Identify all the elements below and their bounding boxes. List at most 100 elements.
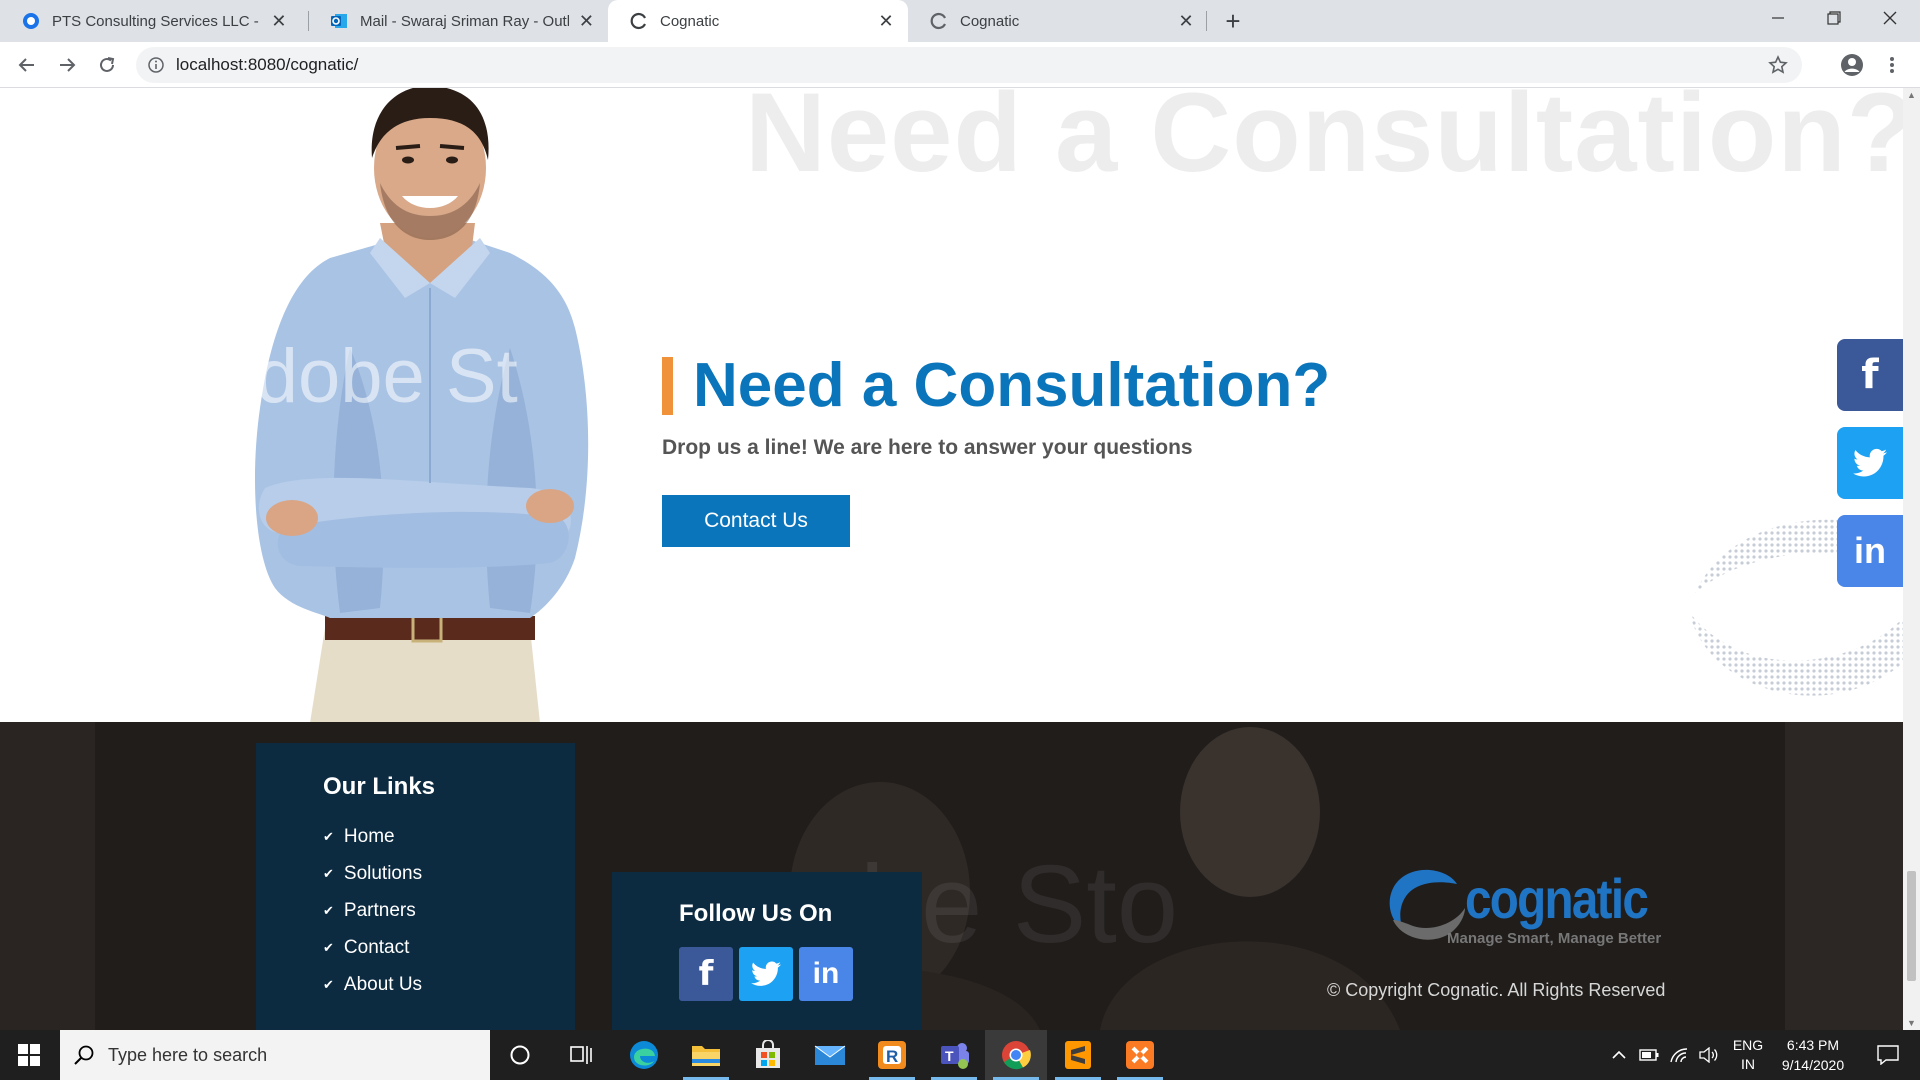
tab-close-icon[interactable]: ✕ — [1176, 11, 1196, 31]
clock-time: 6:43 PM — [1786, 1037, 1840, 1053]
r-app-icon: R — [878, 1041, 906, 1069]
profile-avatar-icon[interactable] — [1836, 49, 1868, 81]
cognatic-brand-logo: cognatic Manage Smart, Manage Better — [1385, 862, 1665, 952]
footer-link-home[interactable]: ✔ Home — [323, 826, 395, 848]
taskbar-search-box[interactable]: Type here to search — [60, 1030, 490, 1080]
check-icon: ✔ — [323, 866, 334, 881]
clock-date: 9/14/2020 — [1781, 1057, 1845, 1073]
menu-kebab-icon[interactable] — [1876, 49, 1908, 81]
taskbar-store[interactable] — [737, 1030, 799, 1080]
follow-us-box: Follow Us On f in — [612, 872, 922, 1030]
taskbar-edge[interactable] — [613, 1030, 675, 1080]
footer-link-label[interactable]: Contact — [344, 937, 409, 959]
footer-twitter-button[interactable] — [739, 947, 793, 1001]
linkedin-float-button[interactable]: in — [1837, 515, 1903, 587]
tab-title: Mail - Swaraj Sriman Ray - Outlo — [360, 12, 569, 30]
follow-us-title: Follow Us On — [679, 900, 833, 927]
chevron-up-icon — [1612, 1050, 1626, 1059]
brand-tagline: Manage Smart, Manage Better — [1447, 930, 1662, 947]
tab-cognatic[interactable]: Cognatic ✕ — [908, 0, 1208, 42]
task-view-button[interactable] — [551, 1030, 613, 1080]
close-window-button[interactable] — [1862, 0, 1918, 36]
network-status[interactable] — [1664, 1030, 1694, 1080]
cta-heading-text: Need a Consultation? — [693, 351, 1331, 420]
edge-icon — [630, 1041, 658, 1069]
footer-links-title: Our Links — [323, 773, 436, 800]
folder-icon — [692, 1046, 720, 1066]
contact-us-button[interactable]: Contact Us — [662, 495, 850, 547]
battery-icon — [1639, 1049, 1659, 1061]
wifi-icon — [1670, 1048, 1688, 1063]
taskbar-chrome[interactable] — [985, 1030, 1047, 1080]
new-tab-button[interactable]: + — [1218, 6, 1248, 36]
notification-icon — [1877, 1045, 1899, 1065]
bookmark-star-icon[interactable] — [1768, 55, 1788, 80]
check-icon: ✔ — [323, 829, 334, 844]
windows-taskbar: Type here to search R T ENG IN 6:43 PM 9… — [0, 1030, 1920, 1080]
tab-close-icon[interactable]: ✕ — [270, 11, 288, 31]
footer-link-partners[interactable]: ✔ Partners — [323, 900, 416, 922]
twitter-float-button[interactable] — [1837, 427, 1903, 499]
reload-button[interactable] — [91, 49, 123, 81]
cortana-button[interactable] — [489, 1030, 551, 1080]
scroll-up-arrow-icon[interactable]: ▲ — [1903, 88, 1920, 102]
taskbar-mail[interactable] — [799, 1030, 861, 1080]
cortana-circle-icon — [510, 1045, 530, 1065]
input-language[interactable]: ENG IN — [1725, 1030, 1771, 1080]
action-center-button[interactable] — [1862, 1030, 1914, 1080]
facebook-icon: f — [1861, 352, 1879, 398]
chrome-icon — [1002, 1041, 1031, 1070]
svg-text:R: R — [886, 1047, 898, 1066]
start-button[interactable] — [0, 1030, 58, 1080]
scrollbar-thumb[interactable] — [1907, 871, 1916, 981]
show-hidden-icons-button[interactable] — [1604, 1030, 1634, 1080]
tab-pts-consulting[interactable]: PTS Consulting Services LLC - Sig ✕ — [0, 0, 300, 42]
battery-status[interactable] — [1634, 1030, 1664, 1080]
windows-logo-icon — [18, 1044, 40, 1066]
search-placeholder[interactable]: Type here to search — [108, 1045, 267, 1066]
taskbar-xampp[interactable] — [1109, 1030, 1171, 1080]
footer-link-solutions[interactable]: ✔ Solutions — [323, 863, 422, 885]
minimize-button[interactable] — [1750, 0, 1806, 36]
footer-link-label[interactable]: Solutions — [344, 863, 422, 885]
footer-facebook-button[interactable]: f — [679, 947, 733, 1001]
cta-heading: Need a Consultation? — [662, 350, 1330, 421]
footer-link-label[interactable]: Partners — [344, 900, 416, 922]
svg-text:T: T — [945, 1048, 954, 1064]
loading-spinner-icon — [630, 12, 648, 30]
footer-link-about-us[interactable]: ✔ About Us — [323, 974, 422, 996]
background-heading-text: Need a Consultation? — [745, 88, 1903, 195]
outlook-favicon-icon — [330, 12, 348, 30]
facebook-float-button[interactable]: f — [1837, 339, 1903, 411]
tab-outlook-mail[interactable]: Mail - Swaraj Sriman Ray - Outlo ✕ — [308, 0, 608, 42]
tab-cognatic-active[interactable]: Cognatic ✕ — [608, 0, 908, 42]
address-bar[interactable]: localhost:8080/cognatic/ — [136, 47, 1802, 83]
footer-link-contact[interactable]: ✔ Contact — [323, 937, 409, 959]
url-text[interactable]: localhost:8080/cognatic/ — [176, 55, 358, 75]
volume-control[interactable] — [1694, 1030, 1724, 1080]
footer-link-label[interactable]: Home — [344, 826, 395, 848]
page-scrollbar[interactable]: ▲ ▼ — [1903, 88, 1920, 1030]
scroll-down-arrow-icon[interactable]: ▼ — [1903, 1016, 1920, 1030]
check-icon: ✔ — [323, 977, 334, 992]
restore-button[interactable] — [1806, 0, 1862, 36]
forward-button[interactable] — [51, 49, 83, 81]
footer-link-label[interactable]: About Us — [344, 974, 422, 996]
taskbar-file-explorer[interactable] — [675, 1030, 737, 1080]
task-view-icon — [570, 1046, 592, 1064]
pts-favicon-icon — [22, 12, 40, 30]
system-clock[interactable]: 6:43 PM 9/14/2020 — [1772, 1030, 1854, 1080]
footer: be Sto Our Links ✔ Home ✔ Solutions ✔ Pa… — [0, 722, 1903, 1030]
footer-linkedin-button[interactable]: in — [799, 947, 853, 1001]
store-bag-icon — [756, 1040, 780, 1068]
stock-watermark: Adobe St — [205, 334, 518, 419]
tab-close-icon[interactable]: ✕ — [876, 11, 896, 31]
taskbar-teams[interactable]: T — [923, 1030, 985, 1080]
back-button[interactable] — [11, 49, 43, 81]
browser-toolbar: localhost:8080/cognatic/ — [0, 42, 1920, 88]
site-info-icon[interactable] — [136, 57, 176, 73]
taskbar-sublime[interactable] — [1047, 1030, 1109, 1080]
tab-title: Cognatic — [960, 12, 1020, 30]
tab-close-icon[interactable]: ✕ — [577, 11, 596, 31]
taskbar-app-r[interactable]: R — [861, 1030, 923, 1080]
